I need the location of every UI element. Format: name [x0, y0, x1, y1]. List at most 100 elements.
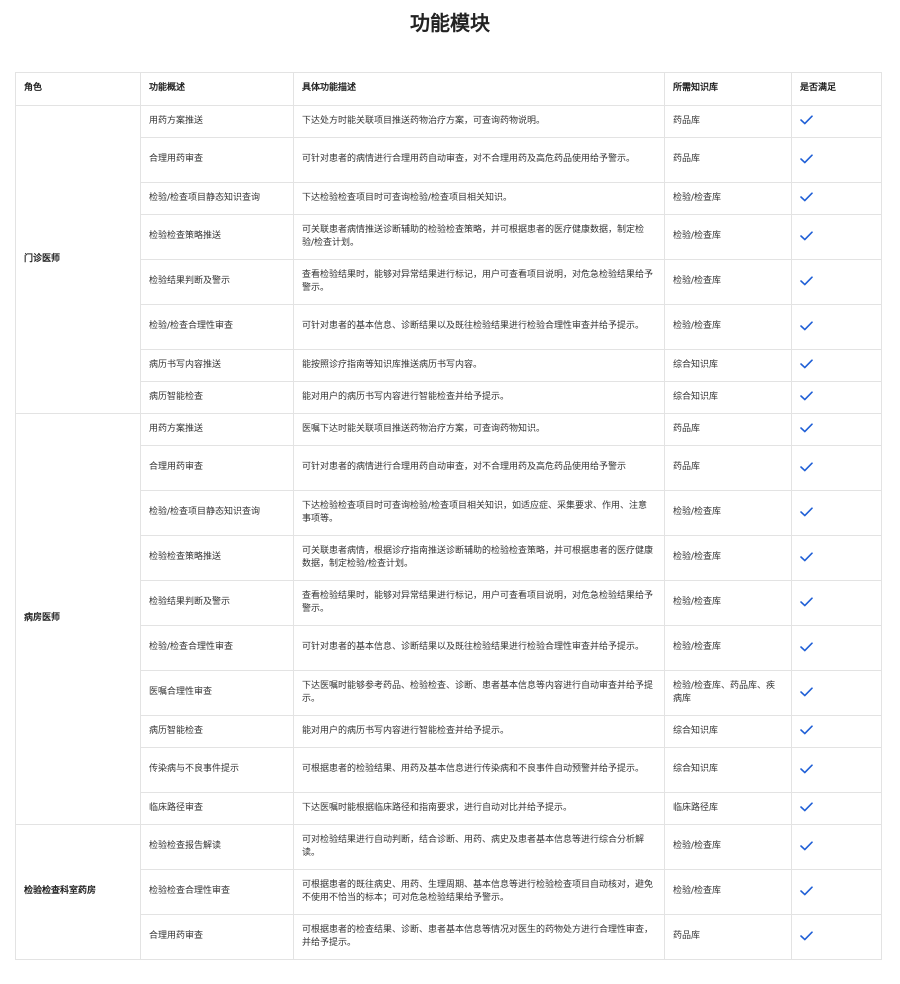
kb-cell: 检验/检查库、药品库、疾病库	[664, 670, 792, 716]
checkmark-icon	[800, 841, 813, 851]
checkmark-icon	[800, 321, 813, 331]
kb-cell: 检验/检查库	[664, 869, 792, 915]
overview-cell: 检验检查策略推送	[140, 214, 294, 260]
table-row: 病历智能检查 能对用户的病历书写内容进行智能检查并给予提示。 综合知识库	[16, 715, 882, 748]
detail-cell: 可针对患者的基本信息、诊断结果以及既往检验结果进行检验合理性审查并给予提示。	[293, 625, 665, 671]
detail-cell: 查看检验结果时，能够对异常结果进行标记，用户可查看项目说明，对危急检验结果给予警…	[293, 580, 665, 626]
overview-cell: 医嘱合理性审查	[140, 670, 294, 716]
detail-cell: 可针对患者的病情进行合理用药自动审查，对不合理用药及高危药品使用给予警示。	[293, 137, 665, 183]
overview-cell: 合理用药审查	[140, 137, 294, 183]
checkmark-icon	[800, 725, 813, 735]
role-cell: 门诊医师	[15, 105, 141, 414]
satisfied-cell	[791, 490, 882, 536]
detail-cell: 下达检验检查项目时可查询检验/检查项目相关知识，如适应症、采集要求、作用、注意事…	[293, 490, 665, 536]
satisfied-cell	[791, 137, 882, 183]
detail-cell: 可根据患者的检查结果、诊断、患者基本信息等情况对医生的药物处方进行合理性审查，并…	[293, 914, 665, 960]
detail-cell: 下达医嘱时能根据临床路径和指南要求，进行自动对比并给予提示。	[293, 792, 665, 825]
satisfied-cell	[791, 869, 882, 915]
checkmark-icon	[800, 154, 813, 164]
table-row: 门诊医师 用药方案推送 下达处方时能关联项目推送药物治疗方案，可查询药物说明。 …	[15, 105, 882, 414]
detail-cell: 可对检验结果进行自动判断，结合诊断、用药、病史及患者基本信息等进行综合分析解读。	[293, 824, 665, 870]
satisfied-cell	[791, 304, 882, 350]
header-knowledge-base: 所需知识库	[664, 72, 792, 106]
header-role: 角色	[15, 72, 141, 106]
overview-cell: 传染病与不良事件提示	[140, 747, 294, 793]
header-overview: 功能概述	[140, 72, 294, 106]
table-row: 检验检查合理性审查 可根据患者的既往病史、用药、生理周期、基本信息等进行检验检查…	[16, 869, 882, 915]
table-row: 医嘱合理性审查 下达医嘱时能够参考药品、检验检查、诊断、患者基本信息等内容进行自…	[16, 670, 882, 716]
detail-cell: 能按照诊疗指南等知识库推送病历书写内容。	[293, 349, 665, 382]
detail-cell: 可针对患者的基本信息、诊断结果以及既往检验结果进行检验合理性审查并给予提示。	[293, 304, 665, 350]
checkmark-icon	[800, 231, 813, 241]
satisfied-cell	[791, 535, 882, 581]
table-row: 检验结果判断及警示 查看检验结果时，能够对异常结果进行标记，用户可查看项目说明，…	[16, 580, 882, 626]
checkmark-icon	[800, 802, 813, 812]
checkmark-icon	[800, 552, 813, 562]
satisfied-cell	[791, 105, 882, 138]
kb-cell: 综合知识库	[664, 747, 792, 793]
detail-cell: 能对用户的病历书写内容进行智能检查并给予提示。	[293, 715, 665, 748]
kb-cell: 药品库	[664, 445, 792, 491]
kb-cell: 检验/检查库	[664, 535, 792, 581]
table-row: 合理用药审查 可针对患者的病情进行合理用药自动审查，对不合理用药及高危药品使用给…	[16, 445, 882, 491]
satisfied-cell	[791, 792, 882, 825]
detail-cell: 下达医嘱时能够参考药品、检验检查、诊断、患者基本信息等内容进行自动审查并给予提示…	[293, 670, 665, 716]
overview-cell: 临床路径审查	[140, 792, 294, 825]
header-detail: 具体功能描述	[293, 72, 665, 106]
overview-cell: 检验检查合理性审查	[140, 869, 294, 915]
overview-cell: 检验检查报告解读	[140, 824, 294, 870]
overview-cell: 病历智能检查	[140, 381, 294, 414]
function-module-table: 角色 功能概述 具体功能描述 所需知识库 是否满足 门诊医师 用药方案推送 下达…	[15, 72, 882, 960]
overview-cell: 检验结果判断及警示	[140, 580, 294, 626]
satisfied-cell	[791, 914, 882, 960]
satisfied-cell	[791, 349, 882, 382]
kb-cell: 检验/检查库	[664, 490, 792, 536]
table-row: 检验结果判断及警示 查看检验结果时，能够对异常结果进行标记，用户可查看项目说明，…	[16, 259, 882, 305]
table-row: 病历智能检查 能对用户的病历书写内容进行智能检查并给予提示。 综合知识库	[16, 381, 882, 414]
checkmark-icon	[800, 886, 813, 896]
overview-cell: 检验/检查项目静态知识查询	[140, 490, 294, 536]
checkmark-icon	[800, 687, 813, 697]
satisfied-cell	[791, 413, 882, 446]
satisfied-cell	[791, 580, 882, 626]
table-row: 检验/检查项目静态知识查询 下达检验检查项目时可查询检验/检查项目相关知识，如适…	[16, 490, 882, 536]
overview-cell: 检验/检查合理性审查	[140, 304, 294, 350]
detail-cell: 可根据患者的检验结果、用药及基本信息进行传染病和不良事件自动预警并给予提示。	[293, 747, 665, 793]
role-cell: 病房医师	[15, 413, 141, 825]
satisfied-cell	[791, 670, 882, 716]
detail-cell: 下达处方时能关联项目推送药物治疗方案，可查询药物说明。	[293, 105, 665, 138]
table-row: 检验/检查项目静态知识查询 下达检验检查项目时可查询检验/检查项目相关知识。 检…	[16, 182, 882, 215]
checkmark-icon	[800, 931, 813, 941]
table-row: 病房医师 用药方案推送 医嘱下达时能关联项目推送药物治疗方案，可查询药物知识。 …	[15, 413, 882, 825]
detail-cell: 下达检验检查项目时可查询检验/检查项目相关知识。	[293, 182, 665, 215]
detail-cell: 可针对患者的病情进行合理用药自动审查，对不合理用药及高危药品使用给予警示	[293, 445, 665, 491]
kb-cell: 综合知识库	[664, 715, 792, 748]
kb-cell: 检验/检查库	[664, 259, 792, 305]
overview-cell: 检验/检查合理性审查	[140, 625, 294, 671]
detail-cell: 查看检验结果时，能够对异常结果进行标记，用户可查看项目说明，对危急检验结果给予警…	[293, 259, 665, 305]
table-header-row: 角色 功能概述 具体功能描述 所需知识库 是否满足	[15, 72, 882, 106]
table-row: 合理用药审查 可根据患者的检查结果、诊断、患者基本信息等情况对医生的药物处方进行…	[16, 914, 882, 960]
kb-cell: 检验/检查库	[664, 182, 792, 215]
kb-cell: 临床路径库	[664, 792, 792, 825]
kb-cell: 检验/检查库	[664, 824, 792, 870]
overview-cell: 检验/检查项目静态知识查询	[140, 182, 294, 215]
satisfied-cell	[791, 747, 882, 793]
table-row: 检验/检查合理性审查 可针对患者的基本信息、诊断结果以及既往检验结果进行检验合理…	[16, 304, 882, 350]
overview-cell: 病历书写内容推送	[140, 349, 294, 382]
overview-cell: 合理用药审查	[140, 445, 294, 491]
overview-cell: 检验检查策略推送	[140, 535, 294, 581]
overview-cell: 用药方案推送	[140, 105, 294, 138]
overview-cell: 用药方案推送	[140, 413, 294, 446]
table-row: 传染病与不良事件提示 可根据患者的检验结果、用药及基本信息进行传染病和不良事件自…	[16, 747, 882, 793]
table-row: 临床路径审查 下达医嘱时能根据临床路径和指南要求，进行自动对比并给予提示。 临床…	[16, 792, 882, 825]
kb-cell: 综合知识库	[664, 381, 792, 414]
kb-cell: 药品库	[664, 914, 792, 960]
table-row: 检验检查策略推送 可关联患者病情推送诊断辅助的检验检查策略，并可根据患者的医疗健…	[16, 214, 882, 260]
checkmark-icon	[800, 597, 813, 607]
satisfied-cell	[791, 715, 882, 748]
overview-cell: 病历智能检查	[140, 715, 294, 748]
satisfied-cell	[791, 824, 882, 870]
checkmark-icon	[800, 276, 813, 286]
page-title: 功能模块	[410, 11, 490, 35]
